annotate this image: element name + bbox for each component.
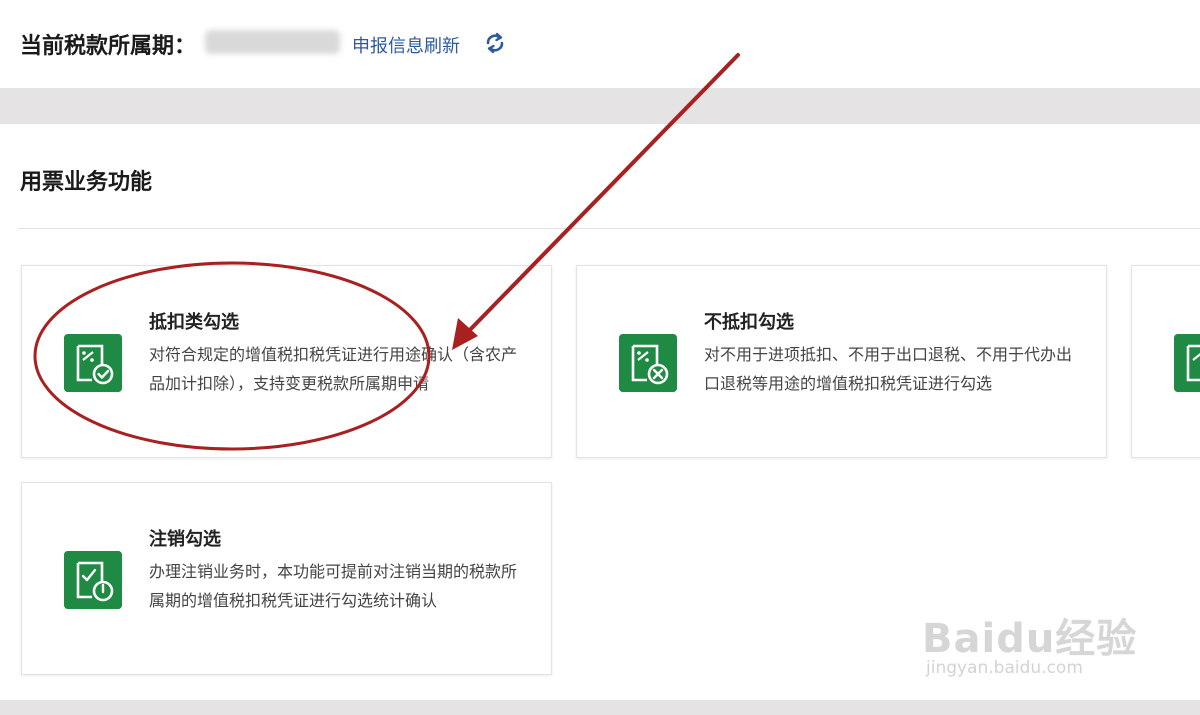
card-title: 抵扣类勾选 xyxy=(149,312,239,333)
watermark-brand: Baidu经验 xyxy=(922,616,1138,662)
card-description: 对不用于进项抵扣、不用于出口退税、不用于代办出口退税等用途的增值税扣税凭证进行勾… xyxy=(704,345,1073,393)
card-description: 对符合规定的增值税扣税凭证进行用途确认（含农产品加计扣除），支持变更税款所属期申… xyxy=(149,345,518,393)
card-title: 注销勾选 xyxy=(149,529,221,550)
tax-period-label: 当前税款所属期： xyxy=(20,34,197,59)
watermark-url: jingyan.baidu.com xyxy=(926,658,1083,678)
baidu-watermark: Baidu经验 jingyan.baidu.com xyxy=(922,588,1162,688)
card-deduction-selection[interactable]: 抵扣类勾选 对符合规定的增值税扣税凭证进行用途确认（含农产品加计扣除），支持变更… xyxy=(21,265,552,458)
bottom-band xyxy=(0,700,1200,715)
document-check-icon xyxy=(64,334,122,392)
card-title: 不抵扣勾选 xyxy=(704,312,794,333)
section-divider xyxy=(18,228,1200,229)
document-power-icon xyxy=(64,551,122,609)
document-icon xyxy=(1174,334,1200,392)
card-non-deduction-selection[interactable]: 不抵扣勾选 对不用于进项抵扣、不用于出口退税、不用于代办出口退税等用途的增值税扣… xyxy=(576,265,1107,458)
header: 当前税款所属期： 申报信息刷新 xyxy=(0,0,1200,88)
document-cancel-icon xyxy=(619,334,677,392)
card-deregistration-selection[interactable]: 注销勾选 办理注销业务时，本功能可提前对注销当期的税款所属期的增值税扣税凭证进行… xyxy=(21,482,552,675)
section-separator-band xyxy=(0,88,1200,124)
card-description: 办理注销业务时，本功能可提前对注销当期的税款所属期的增值税扣税凭证进行勾选统计确… xyxy=(149,562,518,610)
tax-period-value xyxy=(205,30,340,54)
refresh-declaration-link[interactable]: 申报信息刷新 xyxy=(352,32,460,58)
section-title: 用票业务功能 xyxy=(20,170,153,195)
card-partial[interactable] xyxy=(1131,265,1200,458)
refresh-icon[interactable] xyxy=(482,30,508,56)
